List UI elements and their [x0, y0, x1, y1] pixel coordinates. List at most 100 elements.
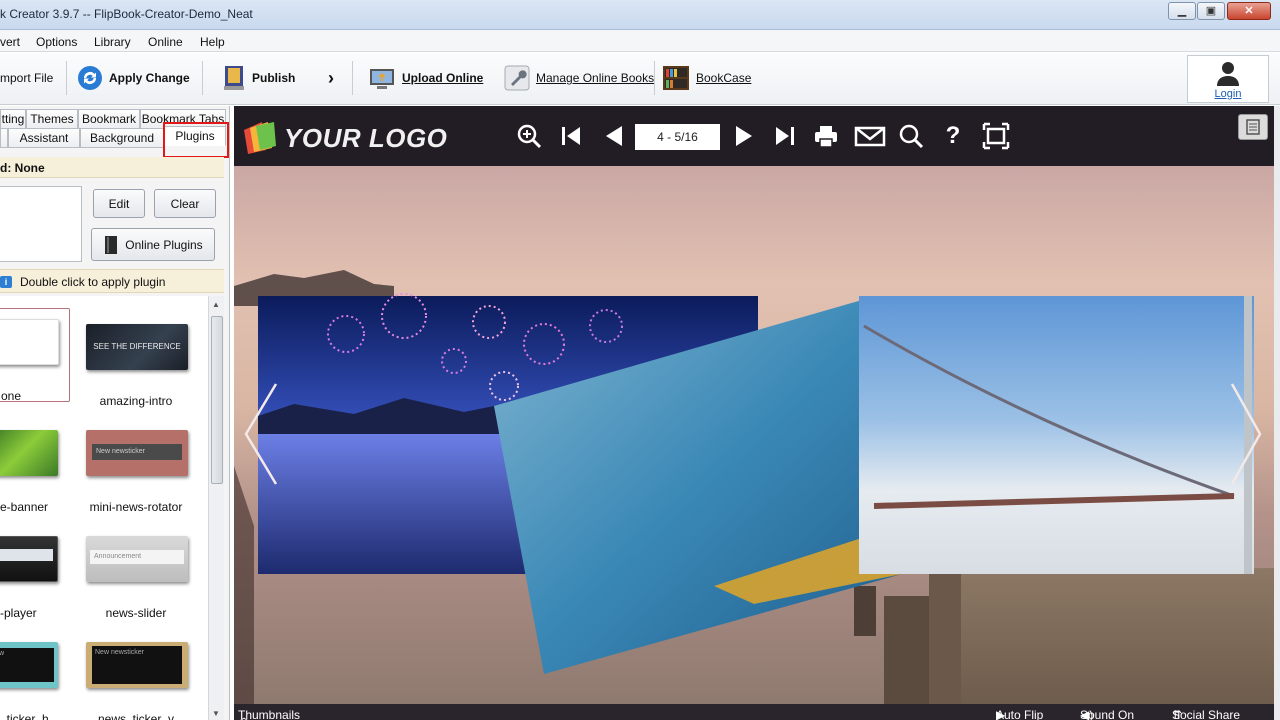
previous-page-icon[interactable] [600, 122, 628, 150]
plugin-thumb [0, 319, 59, 365]
toolbar-divider [654, 61, 655, 95]
online-plugins-label: Online Plugins [125, 237, 203, 252]
tab-themes[interactable]: Themes [26, 109, 78, 129]
viewer-menu-button[interactable] [1238, 114, 1268, 140]
login-label: Login [1214, 88, 1242, 100]
plugin-label: _ticker_h [0, 712, 49, 720]
sound-label: Sound On [1080, 708, 1135, 720]
plugin-thumb-text: New newsticker [92, 646, 182, 684]
plugin-item-amazing-intro[interactable]: SEE THE DIFFERENCE amazing-intro [86, 310, 188, 414]
menu-bar: vert Options Library Online Help [0, 30, 1280, 52]
main-toolbar: mport File Apply Change Publish › Upload… [0, 53, 1280, 105]
maximize-button[interactable]: ▣ [1197, 2, 1225, 20]
book-stage [234, 166, 1274, 704]
plugin-list: one SEE THE DIFFERENCE amazing-intro e-b… [0, 296, 208, 720]
bookcase-icon [663, 66, 689, 90]
social-share-label: Social Share [1172, 708, 1241, 720]
email-icon[interactable] [854, 122, 886, 150]
minimize-button[interactable]: ▁ [1168, 2, 1196, 20]
hint-text: Double click to apply plugin [20, 275, 166, 289]
info-icon: i [0, 276, 12, 288]
share-icon: ⇈ [1172, 708, 1183, 720]
menu-online[interactable]: Online [148, 35, 183, 49]
import-file-button[interactable]: mport File [0, 63, 53, 93]
plugin-label: e-banner [0, 500, 49, 514]
plugin-item-news-slider[interactable]: Announcement news-slider [86, 522, 188, 626]
thumbnails-label: Thumbnails [238, 708, 301, 720]
clear-button[interactable]: Clear [154, 189, 216, 218]
page-number-input[interactable]: 4 - 5/16 [635, 124, 720, 150]
plugin-label: -player [0, 606, 37, 620]
tab-background[interactable]: Background [80, 128, 164, 148]
menu-help[interactable]: Help [200, 35, 225, 49]
user-icon [1217, 62, 1239, 86]
plugin-thumb-text: New newsticker [92, 444, 182, 460]
plugin-thumb [0, 536, 58, 582]
search-icon[interactable] [897, 122, 925, 150]
menu-icon [1246, 119, 1260, 135]
menu-library[interactable]: Library [94, 35, 131, 49]
applied-plugin-bar: d: None [0, 157, 224, 178]
print-icon[interactable] [812, 122, 840, 150]
window-right-edge [1274, 106, 1280, 720]
publish-button[interactable]: Publish [222, 63, 295, 93]
upload-icon [370, 69, 394, 89]
window-title: k Creator 3.9.7 -- FlipBook-Creator-Demo… [0, 7, 253, 21]
menu-options[interactable]: Options [36, 35, 77, 49]
logo-icon [244, 122, 276, 154]
plugin-thumb: New newsticker [86, 642, 188, 688]
apply-change-label: Apply Change [109, 71, 190, 85]
applied-plugin-text: d: None [0, 161, 45, 175]
plugin-thumb: New newsticker [86, 430, 188, 476]
book-icon [105, 235, 118, 254]
hint-bar: i Double click to apply plugin [0, 269, 224, 293]
plugin-item-player[interactable]: -player [0, 522, 70, 626]
plugin-item-news-ticker-v[interactable]: New newsticker news_ticker_v [86, 628, 188, 720]
plugin-preview [0, 186, 82, 262]
tab-design[interactable] [0, 128, 8, 148]
edit-button[interactable]: Edit [93, 189, 145, 218]
manage-online-books-button[interactable]: Manage Online Books [504, 63, 654, 93]
next-page-icon[interactable] [730, 122, 758, 150]
plugin-thumb-text: New [0, 648, 54, 682]
menu-convert[interactable]: vert [0, 35, 20, 49]
manage-online-books-label: Manage Online Books [536, 71, 655, 85]
bookcase-button[interactable]: BookCase [662, 63, 751, 93]
fullscreen-icon[interactable] [982, 122, 1010, 150]
scroll-down-icon[interactable]: ▼ [212, 709, 220, 718]
flipbook-viewer: YOUR LOGO 4 - 5/16 ? ︿ Thumbnails ▶ Auto… [234, 106, 1274, 720]
close-button[interactable]: ✕ [1227, 2, 1271, 20]
tab-bookmark[interactable]: Bookmark [78, 109, 140, 129]
refresh-icon [78, 66, 102, 90]
import-file-label: mport File [0, 71, 54, 85]
last-page-icon[interactable] [770, 122, 798, 150]
tab-assistant[interactable]: Assistant [8, 128, 80, 148]
plugin-thumb: SEE THE DIFFERENCE [86, 324, 188, 370]
publish-label: Publish [252, 71, 296, 85]
toolbar-divider [352, 61, 353, 95]
online-plugins-button[interactable]: Online Plugins [91, 228, 215, 261]
plugin-item-none[interactable]: one [0, 308, 70, 403]
help-icon[interactable]: ? [939, 122, 967, 150]
upload-online-button[interactable]: Upload Online [368, 63, 483, 93]
logo-text: YOUR LOGO [284, 123, 448, 153]
plugin-item-news-ticker-h[interactable]: New _ticker_h [0, 628, 70, 720]
login-button[interactable]: Login [1187, 55, 1269, 103]
auto-flip-label: Auto Flip [996, 708, 1044, 720]
zoom-in-icon[interactable] [515, 122, 543, 150]
publish-expand-chevron-icon[interactable]: › [328, 63, 334, 93]
plugin-list-scrollbar[interactable]: ▲ ▼ [208, 296, 224, 720]
first-page-icon[interactable] [558, 122, 586, 150]
tab-setting[interactable]: tting [0, 109, 26, 129]
plugin-item-mini-news-rotator[interactable]: New newsticker mini-news-rotator [86, 416, 188, 520]
plugins-tab-highlight [163, 122, 229, 158]
plugin-label: news_ticker_v [97, 712, 175, 720]
plugin-label: mini-news-rotator [89, 500, 183, 514]
apply-change-button[interactable]: Apply Change [77, 63, 190, 93]
plugin-item-banner[interactable]: e-banner [0, 416, 70, 520]
upload-online-label: Upload Online [402, 71, 484, 85]
scroll-up-icon[interactable]: ▲ [212, 300, 220, 309]
scroll-thumb[interactable] [211, 316, 223, 484]
plugin-thumb [0, 430, 58, 476]
title-bar: k Creator 3.9.7 -- FlipBook-Creator-Demo… [0, 0, 1280, 30]
